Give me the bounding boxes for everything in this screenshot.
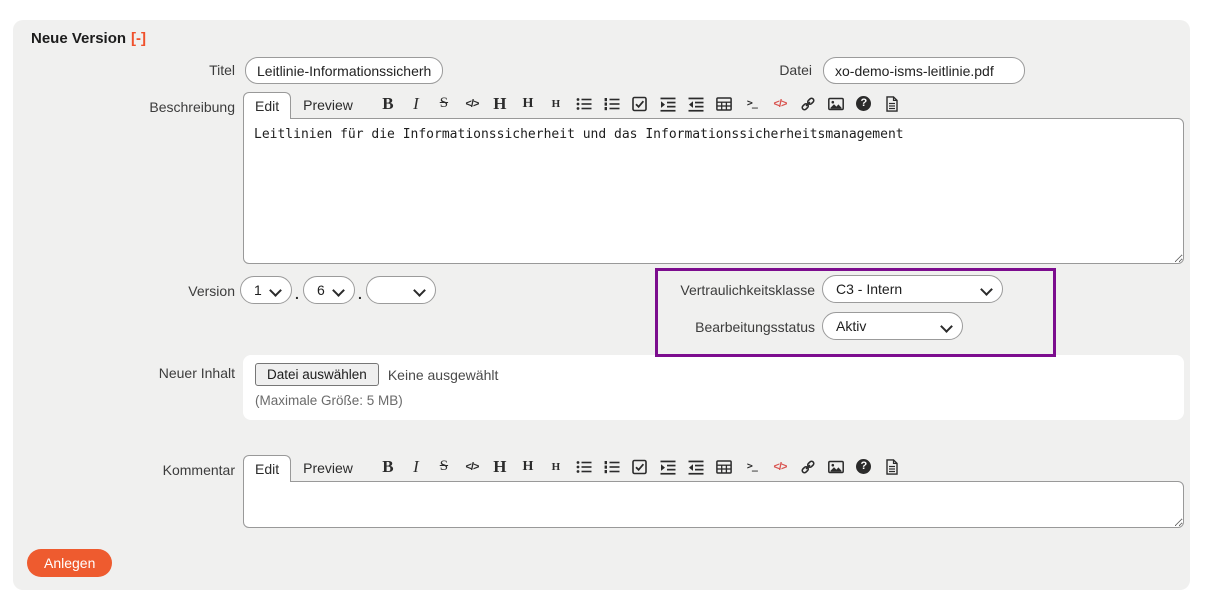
- outdent-icon[interactable]: [687, 458, 705, 476]
- neue-version-panel: Neue Version [-] Titel Datei Beschreibung…: [13, 20, 1190, 590]
- help-icon[interactable]: ?: [855, 95, 873, 113]
- code-block-icon[interactable]: </>: [771, 95, 789, 113]
- outdent-icon[interactable]: [687, 95, 705, 113]
- strikethrough-icon[interactable]: S: [435, 458, 453, 476]
- italic-icon[interactable]: I: [407, 95, 425, 113]
- image-icon[interactable]: [827, 458, 845, 476]
- neuer-inhalt-label: Neuer Inhalt: [13, 365, 235, 381]
- document-icon[interactable]: [883, 458, 901, 476]
- heading-medium-icon[interactable]: H: [519, 458, 537, 476]
- unordered-list-icon[interactable]: [575, 95, 593, 113]
- version-label: Version: [13, 283, 235, 299]
- version-patch-select[interactable]: [366, 276, 436, 304]
- beschreibung-textarea[interactable]: Leitlinien für die Informationssicherhei…: [243, 118, 1184, 264]
- ordered-list-icon[interactable]: [603, 95, 621, 113]
- code-block-icon[interactable]: </>: [771, 458, 789, 476]
- bold-icon[interactable]: B: [379, 95, 397, 113]
- panel-title: Neue Version [-]: [31, 30, 146, 47]
- datei-input[interactable]: [823, 57, 1025, 84]
- file-size-hint: (Maximale Größe: 5 MB): [255, 393, 1172, 408]
- task-list-icon[interactable]: [631, 458, 649, 476]
- kommentar-textarea[interactable]: [243, 481, 1184, 528]
- chevron-down-icon: [980, 283, 993, 296]
- link-icon[interactable]: [799, 95, 817, 113]
- kommentar-label: Kommentar: [13, 462, 235, 478]
- table-icon[interactable]: [715, 95, 733, 113]
- heading-small-icon[interactable]: H: [547, 458, 565, 476]
- task-list-icon[interactable]: [631, 95, 649, 113]
- version-major-select[interactable]: 1: [240, 276, 292, 304]
- italic-icon[interactable]: I: [407, 458, 425, 476]
- chevron-down-icon: [269, 284, 282, 297]
- chevron-down-icon: [332, 284, 345, 297]
- kommentar-editor-toolbar: Edit Preview B I S </> H H H >_ </> ?: [243, 455, 901, 482]
- tab-edit[interactable]: Edit: [243, 92, 291, 119]
- panel-title-text: Neue Version: [31, 30, 126, 47]
- heading-big-icon[interactable]: H: [491, 95, 509, 113]
- chevron-down-icon: [940, 320, 953, 333]
- ordered-list-icon[interactable]: [603, 458, 621, 476]
- datei-label: Datei: [590, 62, 812, 78]
- titel-input[interactable]: [245, 57, 443, 84]
- markdown-toolbar: B I S </> H H H >_ </> ?: [379, 453, 901, 482]
- anlegen-button[interactable]: Anlegen: [27, 549, 112, 577]
- heading-big-icon[interactable]: H: [491, 458, 509, 476]
- version-dot: .: [295, 286, 299, 302]
- help-icon[interactable]: ?: [855, 458, 873, 476]
- image-icon[interactable]: [827, 95, 845, 113]
- vertraulichkeitsklasse-select[interactable]: C3 - Intern: [822, 275, 1003, 303]
- version-minor-select[interactable]: 6: [303, 276, 355, 304]
- beschreibung-label: Beschreibung: [13, 99, 235, 115]
- file-upload-card: Datei auswählen Keine ausgewählt (Maxima…: [243, 355, 1184, 420]
- unordered-list-icon[interactable]: [575, 458, 593, 476]
- titel-label: Titel: [13, 62, 235, 78]
- tab-preview[interactable]: Preview: [291, 92, 365, 119]
- chevron-down-icon: [413, 284, 426, 297]
- bearbeitungsstatus-select[interactable]: Aktiv: [822, 312, 963, 340]
- file-status-text: Keine ausgewählt: [388, 367, 499, 383]
- bearbeitungsstatus-label: Bearbeitungsstatus: [593, 319, 815, 335]
- heading-small-icon[interactable]: H: [547, 95, 565, 113]
- strikethrough-icon[interactable]: S: [435, 95, 453, 113]
- markdown-toolbar: B I S </> H H H >_ </> ?: [379, 90, 901, 119]
- code-icon[interactable]: </>: [463, 95, 481, 113]
- indent-icon[interactable]: [659, 458, 677, 476]
- tab-preview[interactable]: Preview: [291, 455, 365, 482]
- code-icon[interactable]: </>: [463, 458, 481, 476]
- bold-icon[interactable]: B: [379, 458, 397, 476]
- terminal-icon[interactable]: >_: [743, 458, 761, 476]
- table-icon[interactable]: [715, 458, 733, 476]
- collapse-toggle[interactable]: [-]: [131, 30, 146, 47]
- heading-medium-icon[interactable]: H: [519, 95, 537, 113]
- indent-icon[interactable]: [659, 95, 677, 113]
- document-icon[interactable]: [883, 95, 901, 113]
- link-icon[interactable]: [799, 458, 817, 476]
- version-dot: .: [358, 286, 362, 302]
- file-choose-button[interactable]: Datei auswählen: [255, 363, 379, 386]
- terminal-icon[interactable]: >_: [743, 95, 761, 113]
- vertraulichkeitsklasse-label: Vertraulichkeitsklasse: [593, 282, 815, 298]
- beschreibung-editor-toolbar: Edit Preview B I S </> H H H >_ </> ?: [243, 92, 901, 119]
- tab-edit[interactable]: Edit: [243, 455, 291, 482]
